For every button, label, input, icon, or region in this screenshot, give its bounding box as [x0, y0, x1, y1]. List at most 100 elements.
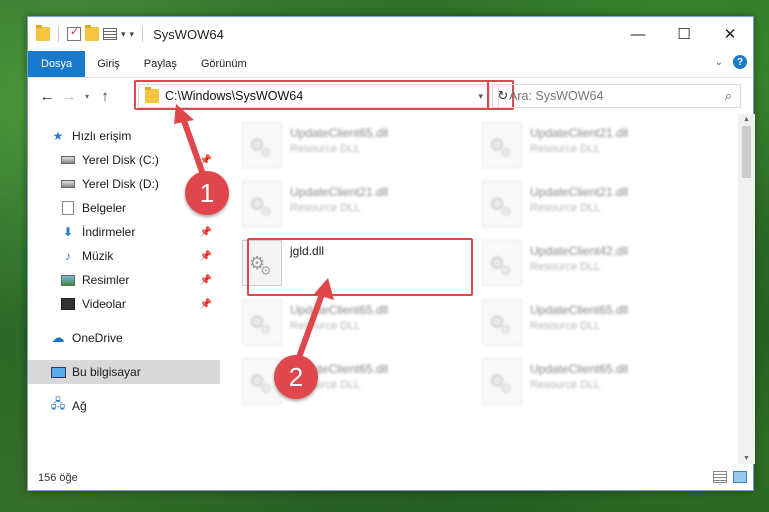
sidebar-item-network[interactable]: 🖧 Ağ	[28, 394, 220, 418]
pin-icon[interactable]: 📌	[200, 299, 212, 310]
computer-icon	[50, 365, 66, 379]
folder-icon	[36, 25, 50, 41]
disk-icon	[60, 177, 76, 191]
sidebar-item-label: Yerel Disk (C:)	[82, 153, 159, 167]
sidebar-item-videos[interactable]: Videolar 📌	[28, 292, 220, 316]
sidebar-item-label: Yerel Disk (D:)	[82, 177, 159, 191]
search-icon[interactable]: ⌕	[725, 88, 732, 104]
up-arrow-icon[interactable]: ↑	[94, 88, 116, 105]
forward-arrow-icon[interactable]: →	[58, 88, 80, 105]
sidebar-item-downloads[interactable]: ⬇ İndirmeler 📌	[28, 220, 220, 244]
file-description: Resource DLL	[530, 379, 601, 391]
search-placeholder: Ara: SysWOW64	[509, 89, 604, 103]
sidebar-item-quick-access[interactable]: ★ Hızlı erişim	[28, 124, 220, 148]
file-name: UpdateClient65.dll	[530, 362, 629, 376]
vertical-scrollbar[interactable]: ▲ ▼	[738, 114, 755, 464]
tiles-view-icon[interactable]	[733, 471, 747, 483]
navigation-pane: ★ Hızlı erişim Yerel Disk (C:) 📌 Yerel D…	[28, 114, 220, 464]
address-highlight-annotation	[134, 80, 489, 110]
step-1-callout: 1	[185, 171, 229, 215]
tab-file[interactable]: Dosya	[28, 51, 86, 77]
file-list: UpdateClient65.dll Resource DLL UpdateCli…	[220, 114, 735, 464]
file-tile[interactable]: UpdateClient42.dll Resource DLL	[460, 236, 680, 294]
file-name: UpdateClient21.dll	[530, 185, 629, 199]
file-tile[interactable]: UpdateClient65.dllResource DLL	[220, 354, 440, 412]
scroll-up-icon[interactable]: ▲	[738, 116, 755, 123]
file-tile[interactable]: UpdateClient65.dll Resource DLL	[460, 354, 680, 412]
sidebar-item-label: Müzik	[82, 249, 114, 263]
maximize-button[interactable]: ☐	[661, 17, 707, 51]
file-tile[interactable]: UpdateClient65.dllResource DLL	[460, 295, 680, 353]
dll-file-icon	[482, 358, 522, 404]
window-controls: — ☐ ✕	[615, 17, 753, 51]
file-tile[interactable]: UpdateClient21.dll Resource DLL	[220, 177, 440, 235]
dll-file-icon	[482, 299, 522, 345]
file-description: Resource DLL	[290, 202, 361, 214]
pin-icon[interactable]: 📌	[200, 251, 212, 262]
file-highlight-annotation	[247, 238, 473, 296]
toolbar-divider	[142, 26, 144, 42]
dll-file-icon	[242, 122, 282, 168]
details-view-icon[interactable]	[713, 471, 727, 483]
pin-icon[interactable]: 📌	[200, 275, 212, 286]
file-tile[interactable]: UpdateClient21.dll Resource DLL	[460, 177, 680, 235]
network-icon: 🖧	[50, 396, 66, 411]
sidebar-item-music[interactable]: ♪ Müzik 📌	[28, 244, 220, 268]
file-description: Resource DLL	[290, 320, 361, 332]
sidebar-item-onedrive[interactable]: ☁ OneDrive	[28, 326, 220, 350]
window-title: SysWOW64	[153, 26, 224, 42]
step-2-callout: 2	[274, 355, 318, 399]
star-icon: ★	[52, 129, 64, 143]
file-description: Resource DLL	[530, 143, 601, 155]
help-icon[interactable]: ?	[733, 55, 747, 69]
videos-icon	[60, 297, 76, 311]
sidebar-item-pictures[interactable]: Resimler 📌	[28, 268, 220, 292]
back-arrow-icon[interactable]: ←	[36, 88, 58, 105]
minimize-button[interactable]: —	[615, 17, 661, 51]
sidebar-item-this-pc[interactable]: Bu bilgisayar	[28, 360, 220, 384]
new-folder-icon[interactable]	[85, 25, 99, 41]
customize-toolbar-dropdown-icon[interactable]: ▾	[130, 29, 135, 40]
quick-access-toolbar: ▾ ▾	[28, 25, 147, 42]
sidebar-item-label: OneDrive	[72, 331, 123, 345]
disk-icon	[60, 153, 76, 167]
pane-spacer	[28, 316, 220, 326]
pin-icon[interactable]: 📌	[200, 227, 212, 238]
pictures-icon	[60, 273, 76, 287]
file-description: Resource DLL	[530, 320, 601, 332]
dll-file-icon	[482, 240, 522, 286]
customize-toolbar-icon[interactable]: ▾	[121, 29, 126, 40]
view-icon[interactable]	[103, 28, 117, 40]
close-button[interactable]: ✕	[707, 17, 753, 51]
dll-file-icon	[242, 299, 282, 345]
documents-icon	[60, 201, 76, 215]
navigation-bar: ← → ▾ ↑ C:\Windows\SysWOW64 ▾ ↻ Ara: Sys…	[28, 78, 753, 114]
properties-icon[interactable]	[67, 25, 81, 41]
music-icon: ♪	[65, 249, 71, 263]
file-tile[interactable]: UpdateClient21.dll Resource DLL	[460, 118, 680, 176]
pin-icon[interactable]: 📌	[200, 155, 212, 166]
file-name: UpdateClient21.dll	[290, 185, 389, 199]
item-count: 156 öğe	[38, 471, 78, 484]
title-bar: ▾ ▾ SysWOW64 — ☐ ✕	[28, 17, 753, 51]
search-input[interactable]: Ara: SysWOW64 ⌕	[498, 84, 741, 108]
file-tile[interactable]: UpdateClient65.dllResource DLL	[220, 295, 440, 353]
pane-spacer	[28, 350, 220, 360]
ribbon-right-controls: ⌄ ?	[715, 55, 747, 69]
file-tile[interactable]: UpdateClient65.dllResource DLL	[220, 118, 440, 176]
tab-view[interactable]: Görünüm	[189, 51, 259, 77]
tab-share[interactable]: Paylaş	[132, 51, 189, 77]
scrollbar-thumb[interactable]	[742, 126, 751, 178]
sidebar-item-label: Belgeler	[82, 201, 127, 215]
toolbar-divider	[58, 26, 59, 42]
recent-locations-icon[interactable]: ▾	[80, 92, 94, 101]
file-description: Resource DLL	[530, 202, 601, 214]
expand-ribbon-icon[interactable]: ⌄	[715, 57, 723, 68]
scroll-down-icon[interactable]: ▼	[738, 455, 755, 462]
dll-file-icon	[482, 122, 522, 168]
file-description: Resource DLL	[290, 143, 361, 155]
file-description: Resource DLL	[530, 261, 601, 273]
tab-home[interactable]: Giriş	[85, 51, 132, 77]
sidebar-item-label: Hızlı erişim	[72, 129, 132, 143]
sidebar-item-local-disk-c[interactable]: Yerel Disk (C:) 📌	[28, 148, 220, 172]
